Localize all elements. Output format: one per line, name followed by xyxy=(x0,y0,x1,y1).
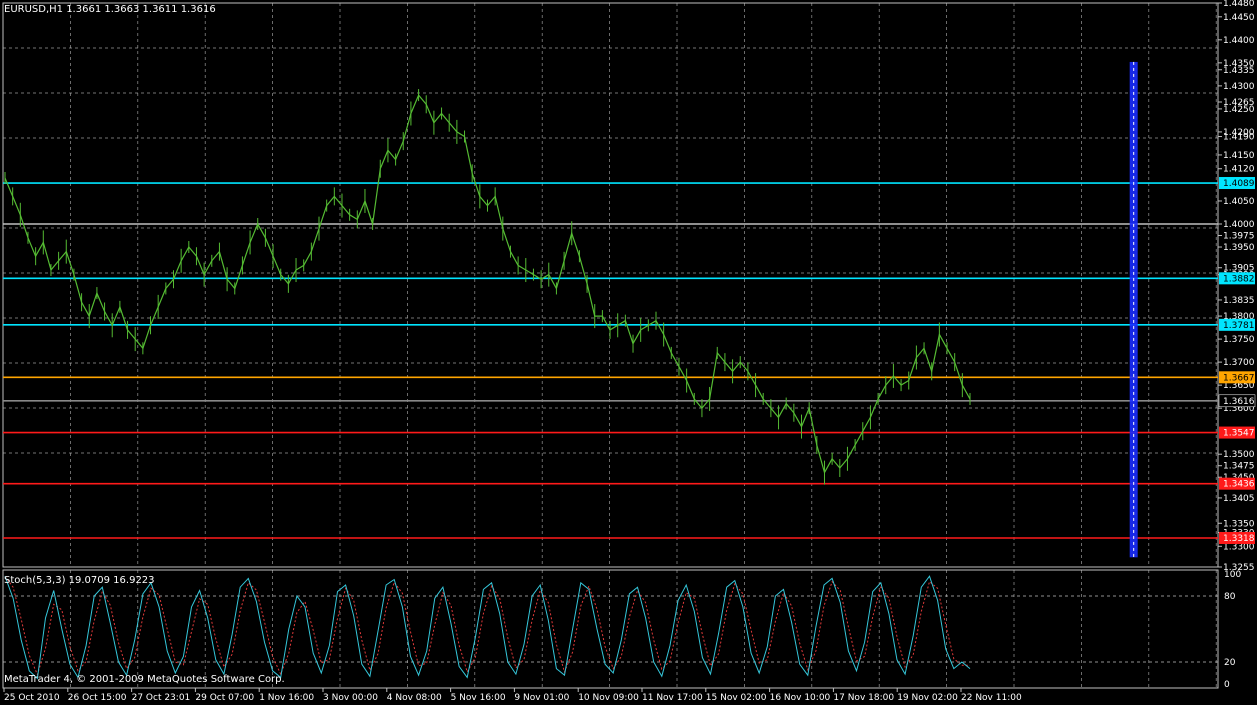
price-axis-label: 1.4050 xyxy=(1223,197,1255,207)
price-axis-label: 1.3500 xyxy=(1223,450,1255,460)
price-axis-label: 1.4480 xyxy=(1223,0,1255,9)
time-axis-label: 4 Nov 08:00 xyxy=(387,693,442,703)
time-axis-label: 1 Nov 16:00 xyxy=(259,693,314,703)
price-axis-label: 1.4450 xyxy=(1223,13,1255,23)
price-axis-label: 1.4335 xyxy=(1223,66,1255,76)
stoch-axis-label: 20 xyxy=(1224,658,1236,668)
time-axis-label: 27 Oct 23:01 xyxy=(132,693,191,703)
price-axis-label: 1.4250 xyxy=(1223,105,1255,115)
time-axis-label: 22 Nov 11:00 xyxy=(961,693,1022,703)
price-series-line xyxy=(4,93,971,475)
price-axis-label: 1.4000 xyxy=(1223,220,1255,230)
stoch-axis-label: 80 xyxy=(1224,592,1236,602)
time-axis-label: 26 Oct 15:00 xyxy=(68,693,127,703)
price-axis-label: 1.4400 xyxy=(1223,36,1255,46)
price-axis-label: 1.4150 xyxy=(1223,151,1255,161)
time-axis-label: 3 Nov 00:00 xyxy=(323,693,378,703)
stoch-axis-label: 100 xyxy=(1224,570,1241,580)
price-axis-label: 1.3700 xyxy=(1223,358,1255,368)
price-badge-label: 1.3318 xyxy=(1223,534,1255,544)
price-axis-label: 1.3405 xyxy=(1223,494,1255,504)
time-axis-label: 29 Oct 07:00 xyxy=(195,693,254,703)
stoch-info: Stoch(5,3,3) 19.0709 16.9223 xyxy=(4,575,155,586)
main-chart-frame xyxy=(2,2,1219,568)
time-axis-label: 9 Nov 01:00 xyxy=(514,693,569,703)
time-axis-label: 25 Oct 2010 xyxy=(4,693,60,703)
price-badge-label: 1.3667 xyxy=(1223,373,1255,383)
price-badge-label: 1.3781 xyxy=(1223,321,1255,331)
copyright-text: MetaTrader 4, © 2001-2009 MetaQuotes Sof… xyxy=(4,674,285,685)
time-axis-label: 10 Nov 09:00 xyxy=(578,693,639,703)
price-badge-label: 1.3547 xyxy=(1223,429,1255,439)
time-axis-label: 19 Nov 02:00 xyxy=(897,693,958,703)
price-axis-label: 1.4190 xyxy=(1223,133,1255,143)
price-axis-label: 1.3750 xyxy=(1223,335,1255,345)
stoch-axis-label: 0 xyxy=(1224,680,1230,690)
price-badge-label: 1.4089 xyxy=(1223,179,1255,189)
price-axis-label: 1.4120 xyxy=(1223,165,1255,175)
time-axis-label: 16 Nov 10:00 xyxy=(770,693,831,703)
price-badge-label: 1.3436 xyxy=(1223,480,1255,490)
chart-window[interactable]: 1.44801.44501.44001.43501.43351.43001.42… xyxy=(0,0,1257,705)
price-badge-label: 1.3882 xyxy=(1223,274,1255,284)
stoch-signal-line xyxy=(4,575,970,677)
symbol-info: EURUSD,H1 1.3661 1.3663 1.3611 1.3616 xyxy=(4,4,216,15)
time-axis-label: 11 Nov 17:00 xyxy=(642,693,703,703)
price-axis-label: 1.3975 xyxy=(1223,232,1255,242)
price-axis-label: 1.3835 xyxy=(1223,296,1255,306)
time-axis-label: 15 Nov 02:00 xyxy=(706,693,767,703)
price-axis-label: 1.4300 xyxy=(1223,82,1255,92)
price-axis-label: 1.3950 xyxy=(1223,243,1255,253)
price-badge-label: 1.3616 xyxy=(1223,397,1255,407)
time-axis-label: 17 Nov 18:00 xyxy=(833,693,894,703)
price-axis-label: 1.3475 xyxy=(1223,462,1255,472)
time-axis-label: 5 Nov 16:00 xyxy=(451,693,506,703)
